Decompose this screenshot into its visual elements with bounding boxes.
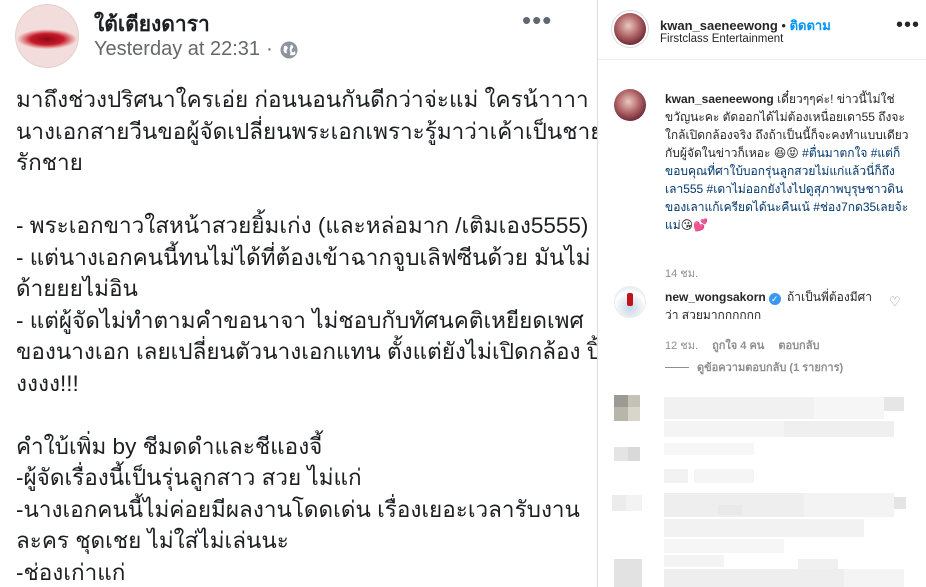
caption-emoji: 😆😝 (773, 146, 799, 160)
pixel-block (798, 559, 838, 569)
pixel-block (664, 443, 754, 455)
post-line: -นางเอกคนนี้ไม่ค่อยมีผลงานโดดเด่น เรื่อง… (16, 496, 580, 522)
avatar[interactable] (614, 89, 646, 121)
header-dot: • (781, 18, 786, 33)
post-meta: Yesterday at 22:31 · (94, 38, 299, 61)
pixel-block (664, 539, 784, 553)
globe-icon[interactable] (279, 40, 299, 60)
more-options-icon[interactable]: ••• (522, 7, 552, 33)
caption-username[interactable]: kwan_saeneewong (665, 92, 774, 106)
post-line: ของนางเอก เลยเปลี่ยนตัวนางเอกแทน ตั้งแต่… (16, 339, 602, 364)
pixel-block (664, 469, 688, 483)
post-body: มาถึงช่วงปริศนาใครเอ่ย ก่อนนอนกันดีกว่าจ… (16, 84, 604, 587)
post-line: รักชาย (16, 150, 83, 175)
post-line: ละคร ชุดเชย ไม่ใส่ไม่เล่นนะ (16, 528, 289, 553)
pixel-block (694, 469, 754, 483)
pixel-block (884, 397, 904, 411)
username-link[interactable]: kwan_saeneewong (660, 18, 778, 33)
ig-post-header: kwan_saeneewong • ติดตาม Firstclass Ente… (598, 0, 926, 60)
post-line: -ช่องเก่าแก่ (16, 559, 126, 585)
pixel-block (664, 569, 844, 587)
pixel-block (614, 559, 642, 587)
verified-badge-icon: ✓ (768, 293, 781, 305)
view-replies-label: ดูข้อความตอบกลับ (1 รายการ) (697, 362, 844, 374)
heart-outline-icon[interactable]: ♡ (889, 294, 901, 310)
pixel-block (626, 495, 642, 511)
facebook-post: ใต้เตียงดารา Yesterday at 22:31 · ••• มา… (0, 0, 604, 587)
pixel-block (664, 421, 784, 437)
post-timestamp[interactable]: Yesterday at 22:31 (94, 38, 260, 61)
instagram-comments-panel: kwan_saeneewong • ติดตาม Firstclass Ente… (597, 0, 926, 587)
page-name[interactable]: ใต้เตียงดารา (94, 8, 210, 41)
caption-timestamp[interactable]: 14 ชม. (665, 264, 698, 282)
pixel-block (628, 395, 640, 407)
post-line: มาถึงช่วงปริศนาใครเอ่ย ก่อนนอนกันดีกว่าจ… (16, 87, 589, 112)
post-line: - แต่นางเอกคนนี้ทนไม่ได้ที่ต้องเข้าฉากจู… (16, 244, 591, 270)
post-line: -ผู้จัดเรื่องนี้เป็นรุ่นลูกสาว สวย ไม่แก… (16, 465, 362, 490)
post-line: คำใบ้เพิ่ม by ชีมดดำและชีแองจี้ (16, 433, 323, 459)
post-line: - แต่ผู้จัดไม่ทำตามคำขอนาจา ไม่ชอบกับทัศ… (16, 307, 584, 333)
pixel-block (894, 497, 906, 509)
pixelated-comments (598, 385, 926, 587)
reply-button[interactable]: ตอบกลับ (778, 336, 819, 354)
post-line-blank (16, 179, 586, 211)
pixel-block (614, 395, 628, 407)
comment-meta: 12 ชม. ถูกใจ 4 คน ตอบกลับ (665, 336, 819, 354)
caption: kwan_saeneewong เดี๋ยวๆๆค่ะ! ข่าวนี้ไม่ใ… (665, 90, 910, 234)
location-label[interactable]: Firstclass Entertainment (660, 33, 783, 45)
pixel-block (614, 407, 628, 421)
page-avatar[interactable] (15, 4, 79, 68)
avatar[interactable] (614, 13, 646, 45)
view-replies-button[interactable]: ดูข้อความตอบกลับ (1 รายการ) (665, 358, 843, 376)
pixel-block (664, 555, 724, 567)
comment-likes[interactable]: ถูกใจ 4 คน (712, 336, 764, 354)
pixel-block (664, 519, 864, 537)
avatar-figure (627, 293, 633, 306)
pixel-block (612, 495, 626, 511)
more-options-icon[interactable]: ••• (896, 14, 920, 37)
pixel-block (814, 397, 884, 419)
pixel-block (628, 447, 640, 461)
post-line: ด้ายยยไม่อิน (16, 276, 138, 301)
follow-button[interactable]: ติดตาม (790, 18, 831, 33)
pixel-block (628, 407, 640, 421)
post-line: - พระเอกขาวใสหน้าสวยยิ้มเก่ง (และหล่อมาก… (16, 213, 589, 238)
pixel-block (784, 421, 894, 437)
post-line: นางเอกสายวีนขอผู้จัดเปลี่ยนพระเอกเพราะรู… (16, 118, 604, 144)
pixel-block (614, 447, 628, 461)
pixel-block (664, 397, 814, 419)
pixel-block (804, 493, 894, 517)
meta-separator: · (266, 38, 273, 60)
comment: new_wongsakorn ✓ ถ้าเป็นพี่ต้องมีศาว่า สว… (665, 288, 883, 324)
comment-username[interactable]: new_wongsakorn (665, 290, 766, 304)
dash-line (665, 366, 689, 368)
pixel-block (718, 505, 742, 515)
pixel-block (844, 569, 904, 587)
caption-emoji: 😘💕 (680, 218, 709, 232)
post-line: งงงง!!! (16, 370, 79, 396)
comment-timestamp[interactable]: 12 ชม. (665, 336, 698, 354)
post-line-blank (16, 399, 586, 431)
